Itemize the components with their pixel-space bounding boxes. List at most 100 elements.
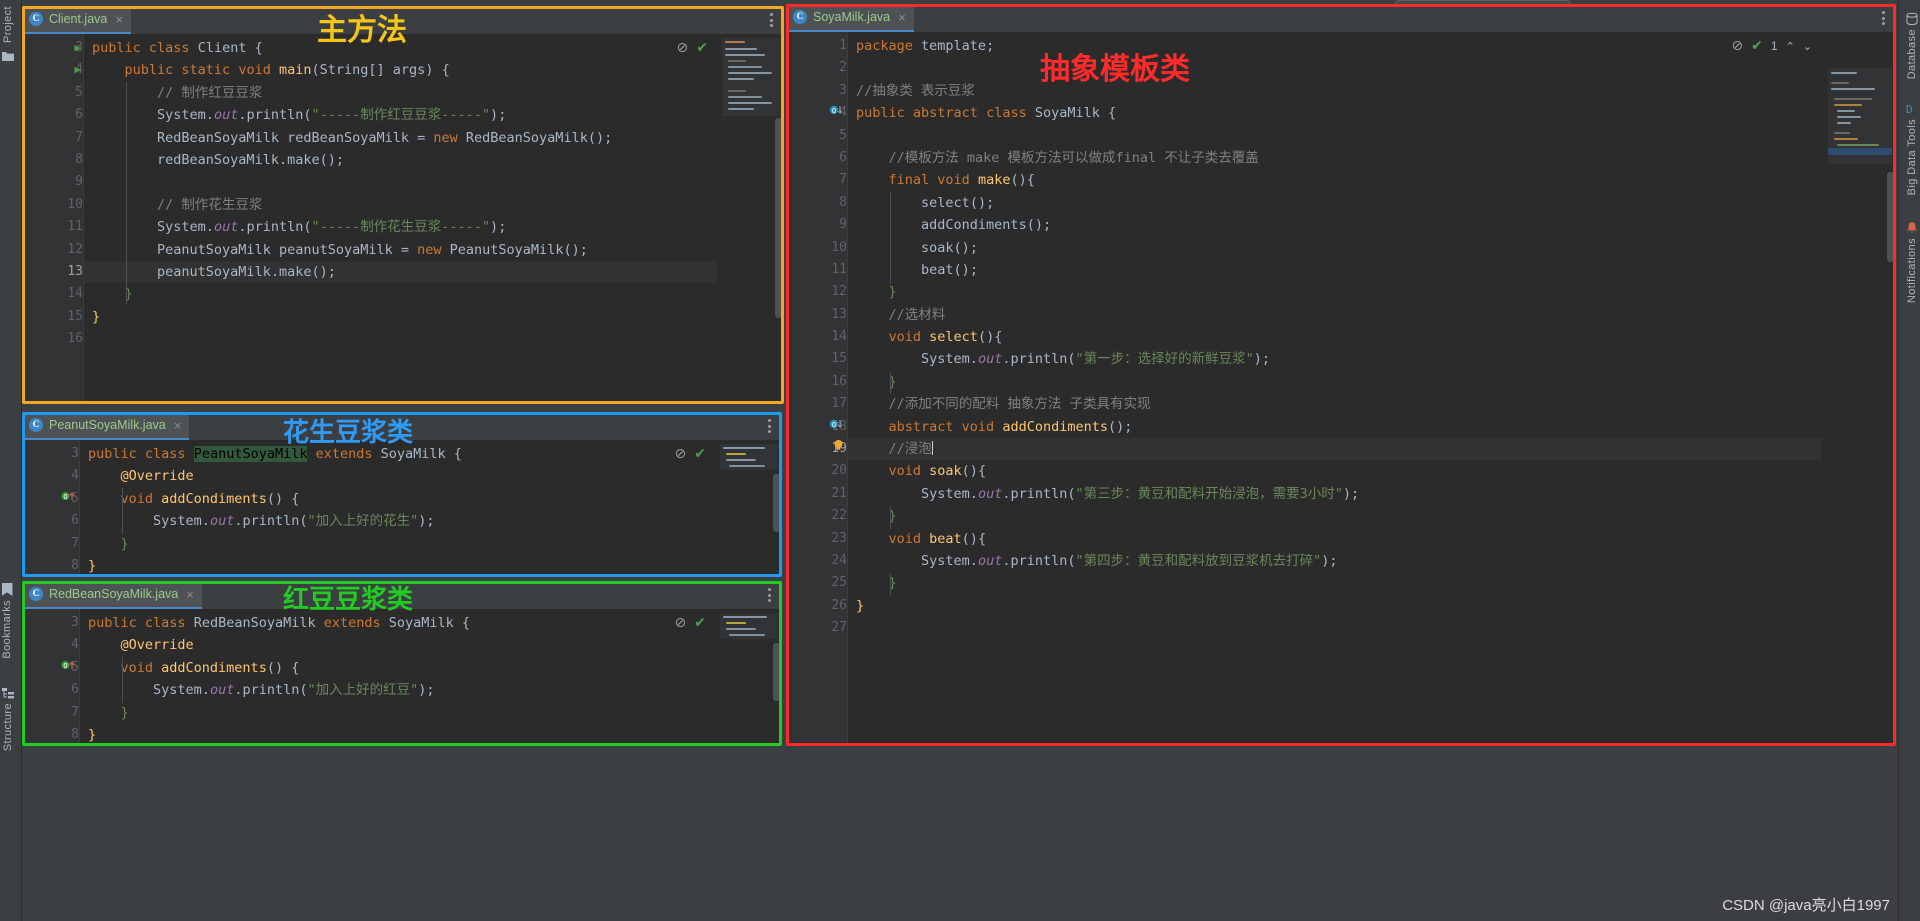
code-line[interactable]: RedBeanSoyaMilk redBeanSoyaMilk = new Re… [84, 127, 784, 149]
gutter-markers[interactable]: ▶ [70, 37, 81, 59]
code-line[interactable]: //浸泡 [848, 438, 1896, 461]
gutter-markers[interactable]: ▶ [70, 59, 81, 81]
gutter-line[interactable]: 25 [786, 572, 847, 594]
code-line[interactable]: //选材料 [848, 304, 1896, 326]
minimap-client[interactable] [718, 34, 784, 404]
code-line[interactable]: soak(); [848, 237, 1896, 259]
sidebar-item-project[interactable]: Project [1, 6, 15, 62]
close-icon[interactable]: × [115, 12, 123, 27]
code-area-redbean[interactable]: 3 4 5O 6 7 8 public class RedBeanSoyaMilk ext… [22, 609, 782, 746]
code-line[interactable]: //添加不同的配料 抽象方法 子类具有实现 [848, 393, 1896, 415]
code-line[interactable]: abstract void addCondiments(); [848, 416, 1896, 438]
gutter-line[interactable]: 5 [22, 82, 83, 104]
gutter-line[interactable]: 27 [786, 617, 847, 639]
code-area-soyamilk[interactable]: 1234O56789101112131415161718O19202122232… [786, 32, 1896, 746]
chevron-up-icon[interactable]: ⌃ [1786, 40, 1795, 53]
sidebar-item-database[interactable]: Database [1905, 6, 1919, 79]
gutter-line[interactable]: 3 [786, 80, 847, 102]
gutter-line[interactable]: 6 [786, 147, 847, 169]
editor-options-button[interactable] [762, 6, 780, 34]
eye-off-icon[interactable]: ⊘ [1731, 38, 1743, 54]
gutter-line[interactable]: 12 [22, 239, 83, 261]
sidebar-item-notifications[interactable]: Notifications [1905, 215, 1919, 303]
gutter-line[interactable]: 16 [786, 371, 847, 393]
gutter-line[interactable]: 3 ▶ [22, 37, 83, 59]
gutter-line[interactable]: 1 [786, 35, 847, 57]
editor-options-button[interactable] [760, 581, 778, 609]
gutter-line[interactable]: 21 [786, 483, 847, 505]
gutter-line[interactable]: 4 ▶ [22, 59, 83, 81]
code-line[interactable] [848, 125, 1896, 147]
gutter-line[interactable]: 15 [22, 306, 83, 328]
code-line[interactable]: ▽ void addCondiments() { [80, 657, 782, 679]
code-line[interactable]: public abstract class SoyaMilk { [848, 102, 1896, 124]
gutter-line[interactable]: 13 [22, 261, 83, 283]
inspection-widget-client[interactable]: ⊘ ✔ [677, 40, 708, 56]
run-gutter-icon[interactable]: ▶ [74, 59, 81, 81]
code-line[interactable]: System.out.println("加入上好的红豆"); [80, 679, 782, 701]
code-line[interactable]: select(); [848, 192, 1896, 214]
code-line[interactable]: } [80, 555, 782, 577]
check-icon[interactable]: ✔ [694, 615, 706, 631]
gutter-line[interactable]: 7 [22, 702, 79, 724]
gutter-line[interactable]: 6 [22, 510, 79, 532]
sidebar-item-bigdata[interactable]: D Big Data Tools [1905, 96, 1919, 195]
gutter-line[interactable]: 9 [22, 171, 83, 193]
check-icon[interactable]: ✔ [694, 446, 706, 462]
code-line[interactable]: △ } [848, 281, 1896, 303]
gutter-markers[interactable] [826, 438, 845, 460]
code-line[interactable]: @Override [80, 465, 782, 487]
code-line[interactable]: addCondiments(); [848, 214, 1896, 236]
implemented-gutter-icon[interactable]: O [829, 416, 845, 438]
code-line[interactable]: } [84, 306, 784, 328]
code-line[interactable]: △ } [848, 371, 1896, 393]
gutter-line[interactable]: 9 [786, 214, 847, 236]
chevron-down-icon[interactable]: ⌄ [1803, 40, 1812, 53]
gutter-line[interactable]: 11 [786, 259, 847, 281]
code-line[interactable]: @Override [80, 634, 782, 656]
code-line[interactable]: System.out.println("第三步：黄豆和配料开始浸泡，需要3小时"… [848, 483, 1896, 505]
code-area-peanut[interactable]: 3 4 5O 6 7 8 public class PeanutSoyaMilk exte… [22, 440, 782, 577]
gutter-line[interactable]: 7 [22, 127, 83, 149]
code-line[interactable]: System.out.println("-----制作红豆豆浆-----"); [84, 104, 784, 126]
code-line[interactable]: System.out.println("加入上好的花生"); [80, 510, 782, 532]
code-line[interactable] [848, 617, 1896, 639]
tab-peanutsoyamilk-java[interactable]: C PeanutSoyaMilk.java × [22, 412, 190, 440]
eye-off-icon[interactable]: ⊘ [675, 446, 687, 462]
code-line[interactable]: redBeanSoyaMilk.make(); [84, 149, 784, 171]
gutter-line[interactable]: 5O [22, 657, 79, 679]
sidebar-item-structure[interactable]: Structure [1, 680, 15, 751]
gutter-line[interactable]: 6 [22, 679, 79, 701]
code-line[interactable]: △ } [80, 702, 782, 724]
gutter-markers[interactable]: O [57, 657, 77, 679]
code-line[interactable]: // 制作红豆豆浆 [84, 82, 784, 104]
gutter-line[interactable]: 4O [786, 102, 847, 124]
gutter-line[interactable]: 14 [786, 326, 847, 348]
editor-options-button[interactable] [760, 412, 778, 440]
code-line[interactable] [84, 171, 784, 193]
implemented-gutter-icon[interactable]: O [829, 102, 845, 124]
tab-soyamilk-java[interactable]: C SoyaMilk.java × [786, 4, 914, 32]
gutter-line[interactable]: 11 [22, 216, 83, 238]
gutter-markers[interactable]: O [57, 488, 77, 510]
code-line[interactable]: // 制作花生豆浆 [84, 194, 784, 216]
gutter-line[interactable]: 7 [22, 533, 79, 555]
gutter-line[interactable]: 3 [22, 443, 79, 465]
minimap-redbean[interactable] [716, 609, 782, 746]
gutter-line[interactable]: 22 [786, 505, 847, 527]
code-line[interactable] [848, 57, 1896, 79]
gutter-line[interactable]: 4 [22, 634, 79, 656]
sidebar-item-bookmarks[interactable]: Bookmarks [1, 578, 13, 659]
tab-redbeansoyamilk-java[interactable]: C RedBeanSoyaMilk.java × [22, 581, 202, 609]
gutter-line[interactable]: 14 [22, 283, 83, 305]
code-line[interactable]: PeanutSoyaMilk peanutSoyaMilk = new Pean… [84, 239, 784, 261]
check-icon[interactable]: ✔ [1751, 38, 1763, 54]
gutter-line[interactable]: 17 [786, 393, 847, 415]
code-line[interactable]: } [80, 724, 782, 746]
code-text-soyamilk[interactable]: package template; //抽象类 表示豆浆 public abstra… [848, 32, 1896, 746]
code-text-client[interactable]: public class Client {▽ public static voi… [84, 34, 784, 404]
run-gutter-icon[interactable]: ▶ [74, 37, 81, 59]
gutter-markers[interactable]: O [825, 416, 845, 438]
gutter-line[interactable]: 20 [786, 460, 847, 482]
gutter-line[interactable]: 8 [22, 555, 79, 577]
